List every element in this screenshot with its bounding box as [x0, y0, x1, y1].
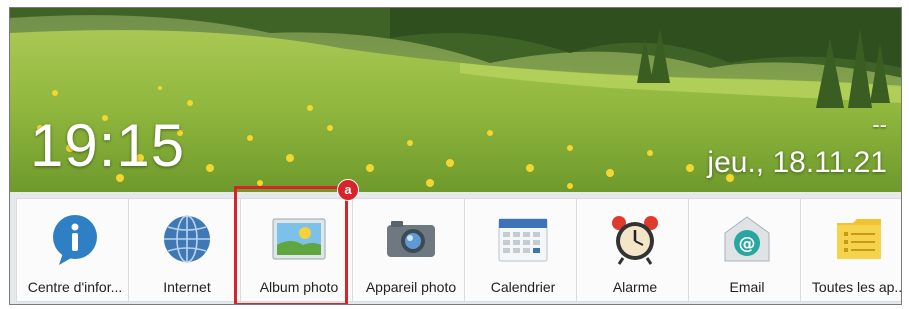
clock-time: 19:15 [30, 112, 186, 179]
globe-icon [164, 215, 210, 263]
app-tile-camera[interactable]: Appareil photo [352, 198, 470, 302]
calendar-icon [498, 218, 548, 262]
annotation-highlight-box [234, 186, 348, 304]
app-tile-email[interactable]: @ Email [688, 198, 806, 302]
svg-text:@: @ [739, 234, 756, 254]
all-apps-icon [837, 219, 881, 259]
app-label: Calendrier [490, 279, 556, 295]
app-label: Internet [163, 279, 211, 295]
info-icon [53, 215, 97, 265]
annotation-badge: a [337, 179, 359, 201]
email-icon: @ [724, 216, 770, 262]
app-label: Toutes les ap... [811, 279, 902, 295]
date-label: jeu., 18.11.21 [707, 146, 887, 179]
app-label: Email [729, 279, 765, 295]
app-label: Centre d'infor... [27, 279, 123, 295]
app-label: Alarme [612, 279, 658, 295]
app-label: Appareil photo [365, 279, 457, 295]
app-tile-calendar[interactable]: Calendrier [464, 198, 582, 302]
wallpaper-meadow: 19:15 -- jeu., 18.11.21 [10, 8, 901, 192]
app-tile-all-apps[interactable]: Toutes les ap... [800, 198, 902, 302]
app-tile-internet[interactable]: Internet [128, 198, 246, 302]
app-tile-info-center[interactable]: Centre d'infor... [16, 198, 134, 302]
status-indicator: -- [872, 112, 887, 137]
camera-icon [387, 221, 435, 257]
app-tile-alarm[interactable]: Alarme [576, 198, 694, 302]
app-dock: Centre d'infor... Internet Album photo A… [10, 179, 902, 304]
alarm-clock-icon [612, 216, 658, 265]
phone-home-screen: 19:15 -- jeu., 18.11.21 Centre d'infor..… [9, 7, 902, 305]
